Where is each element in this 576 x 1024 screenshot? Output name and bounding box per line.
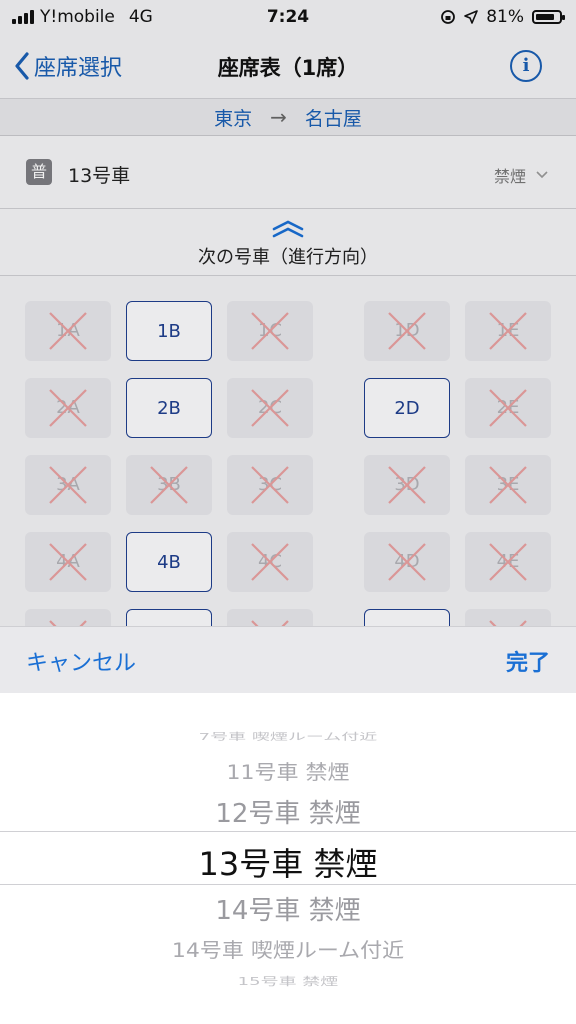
car-picker-wheel[interactable]: 7号車 喫煙ルーム付近 11号車 禁煙 12号車 禁煙 13号車 禁煙 14号車 禁煙 1… (0, 693, 576, 1024)
picker-option[interactable]: 7号車 喫煙ルーム付近 (0, 729, 576, 743)
picker-option[interactable]: 15号車 禁煙 (0, 973, 576, 989)
picker-option[interactable]: 14号車 喫煙ルーム付近 (0, 935, 576, 964)
picker-option[interactable]: 11号車 禁煙 (0, 757, 576, 786)
modal-dim-overlay (0, 0, 576, 626)
picker-selection-top (0, 831, 576, 832)
picker-toolbar: キャンセル 完了 (0, 626, 576, 694)
done-button[interactable]: 完了 (506, 645, 550, 677)
picker-option[interactable]: 12号車 禁煙 (0, 793, 576, 830)
cancel-button[interactable]: キャンセル (26, 645, 136, 677)
picker-option-selected[interactable]: 13号車 禁煙 (0, 839, 576, 885)
picker-option[interactable]: 14号車 禁煙 (0, 890, 576, 927)
seat-map-screen: Y!mobile 4G 7:24 81% 座席選択 座席表（1席） i 東京 →… (0, 0, 576, 1024)
